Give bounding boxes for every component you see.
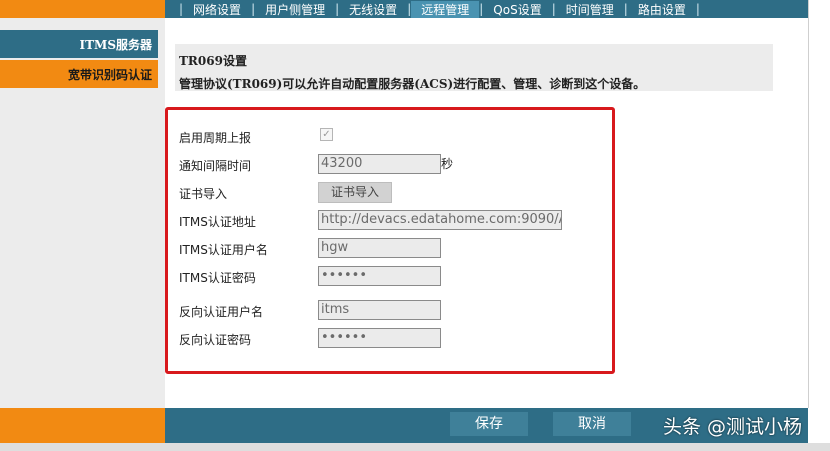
nav-separator: | (695, 2, 700, 16)
nav-routing-settings[interactable]: 路由设置 (628, 1, 696, 18)
reverse-password-label: 反向认证密码 (179, 333, 252, 347)
section-title: TR069设置 (179, 54, 247, 68)
reverse-username-input[interactable]: itms (318, 300, 441, 320)
sidebar-item-itms-server[interactable]: ITMS服务器 (0, 30, 158, 58)
nav-network-settings[interactable]: 网络设置 (183, 1, 251, 18)
right-edge-panel (808, 0, 830, 408)
cancel-button[interactable]: 取消 (553, 412, 631, 436)
bottom-border (0, 443, 830, 451)
nav-user-side-management[interactable]: 用户侧管理 (255, 1, 335, 18)
save-button[interactable]: 保存 (450, 412, 528, 436)
nav-time-management[interactable]: 时间管理 (556, 1, 624, 18)
itms-password-input[interactable]: •••••• (318, 266, 441, 286)
cert-import-label: 证书导入 (179, 187, 228, 201)
nav-remote-management[interactable]: 远程管理 (411, 0, 480, 18)
section-header: TR069设置 管理协议(TR069)可以允许自动配置服务器(ACS)进行配置、… (175, 44, 773, 91)
cert-import-button[interactable]: 证书导入 (318, 182, 392, 203)
inform-interval-label: 通知间隔时间 (179, 159, 252, 173)
periodic-report-checkbox[interactable]: ✓ (320, 128, 333, 141)
sidebar-top-band (0, 0, 165, 18)
sidebar-item-broadband-auth[interactable]: 宽带识别码认证 (0, 60, 158, 88)
itms-url-input[interactable]: http://devacs.edatahome.com:9090/A (318, 210, 562, 230)
inform-interval-input[interactable]: 43200 (318, 154, 441, 174)
watermark: 头条 @测试小杨 (663, 416, 803, 438)
check-icon: ✓ (322, 129, 331, 140)
top-nav: | 网络设置 | 用户侧管理 | 无线设置 | 远程管理 | QoS设置 | 时… (165, 0, 808, 18)
inform-interval-unit: 秒 (441, 157, 454, 171)
nav-qos-settings[interactable]: QoS设置 (483, 1, 551, 18)
itms-password-label: ITMS认证密码 (179, 271, 256, 285)
itms-url-label: ITMS认证地址 (179, 215, 256, 229)
footer-right-edge (808, 408, 830, 443)
section-description: 管理协议(TR069)可以允许自动配置服务器(ACS)进行配置、管理、诊断到这个… (179, 77, 646, 91)
itms-username-input[interactable]: hgw (318, 238, 441, 258)
footer-left-band (0, 408, 165, 443)
periodic-report-label: 启用周期上报 (179, 131, 252, 145)
nav-wireless-settings[interactable]: 无线设置 (339, 1, 407, 18)
reverse-password-input[interactable]: •••••• (318, 328, 441, 348)
reverse-username-label: 反向认证用户名 (179, 305, 264, 319)
itms-username-label: ITMS认证用户名 (179, 243, 268, 257)
